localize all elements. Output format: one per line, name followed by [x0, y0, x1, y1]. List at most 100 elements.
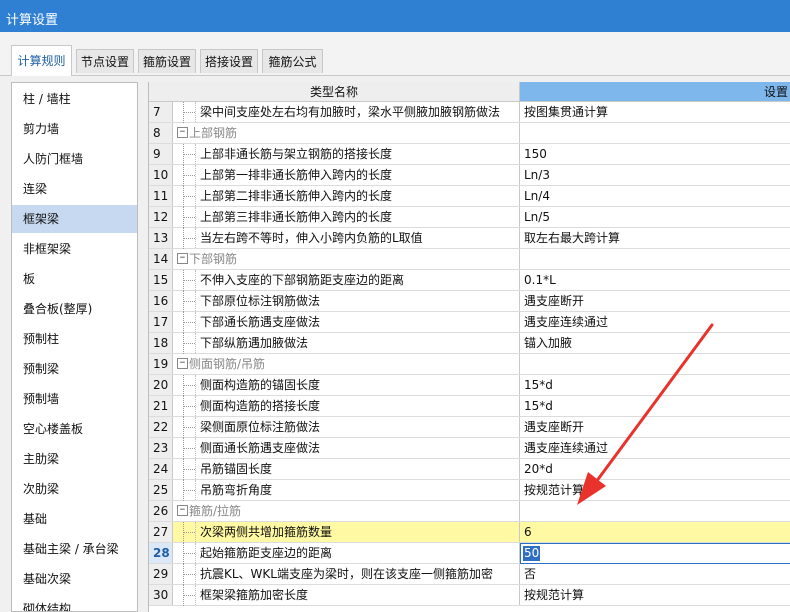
table-row[interactable]: 20 侧面构造筋的锚固长度 15*d	[149, 375, 790, 396]
tree-connector	[173, 270, 196, 291]
row-number: 7	[149, 102, 173, 122]
setting-value[interactable]: 150	[520, 144, 790, 164]
header-type-name[interactable]: 类型名称	[149, 82, 520, 102]
table-row[interactable]: 30 框架梁箍筋加密长度 按规范计算	[149, 585, 790, 606]
table-row[interactable]: 22 梁侧面原位标注筋做法 遇支座断开	[149, 417, 790, 438]
group-value-cell	[520, 501, 790, 521]
table-row[interactable]: 9 上部非通长筋与架立钢筋的搭接长度 150	[149, 144, 790, 165]
tree-connector	[173, 522, 196, 543]
tree-connector	[173, 543, 196, 564]
setting-value[interactable]: 15*d	[520, 375, 790, 395]
table-row[interactable]: 15 不伸入支座的下部钢筋距支座边的距离 0.1*L	[149, 270, 790, 291]
tree-connector	[173, 480, 196, 501]
group-row[interactable]: 14− 下部钢筋	[149, 249, 790, 270]
tab-0[interactable]: 计算规则	[11, 45, 72, 76]
row-number: 15	[149, 270, 173, 290]
sidebar-item[interactable]: 连梁	[12, 175, 137, 203]
table-row[interactable]: 12 上部第三排非通长筋伸入跨内的长度 Ln/5	[149, 207, 790, 228]
setting-value[interactable]: 遇支座连续通过	[520, 438, 790, 458]
table-row[interactable]: 28 起始箍筋距支座边的距离 50	[149, 543, 790, 564]
setting-value[interactable]: 6	[520, 522, 790, 542]
table-row[interactable]: 18 下部纵筋遇加腋做法 锚入加腋	[149, 333, 790, 354]
sidebar-item[interactable]: 次肋梁	[12, 475, 137, 503]
group-value-cell	[520, 354, 790, 374]
tree-hline	[183, 196, 195, 197]
tree-hline	[183, 217, 195, 218]
table-row[interactable]: 25 吊筋弯折角度 按规范计算	[149, 480, 790, 501]
row-number: 23	[149, 438, 173, 458]
setting-value[interactable]: 遇支座连续通过	[520, 312, 790, 332]
tree-connector	[173, 291, 196, 312]
sidebar-item[interactable]: 主肋梁	[12, 445, 137, 473]
table-row[interactable]: 7 梁中间支座处左右均有加腋时，梁水平侧腋加腋钢筋做法 按图集贯通计算	[149, 102, 790, 123]
table-row[interactable]: 16 下部原位标注钢筋做法 遇支座断开	[149, 291, 790, 312]
sidebar-item[interactable]: 柱 / 墙柱	[12, 85, 137, 113]
sidebar-item[interactable]: 砌体结构	[12, 595, 137, 611]
setting-value[interactable]: Ln/4	[520, 186, 790, 206]
table-row[interactable]: 17 下部通长筋遇支座做法 遇支座连续通过	[149, 312, 790, 333]
title-bar: 计算设置	[0, 0, 790, 32]
sidebar-item[interactable]: 空心楼盖板	[12, 415, 137, 443]
setting-value[interactable]: 锚入加腋	[520, 333, 790, 353]
setting-value[interactable]: 遇支座断开	[520, 417, 790, 437]
sidebar-item[interactable]: 预制柱	[12, 325, 137, 353]
sidebar-item[interactable]: 非框架梁	[12, 235, 137, 263]
setting-value[interactable]: 按图集贯通计算	[520, 102, 790, 122]
setting-value[interactable]: 15*d	[520, 396, 790, 416]
setting-name: 上部第一排非通长筋伸入跨内的长度	[196, 165, 520, 185]
table-row[interactable]: 13 当左右跨不等时，伸入小跨内负筋的L取值 取左右最大跨计算	[149, 228, 790, 249]
tree-connector	[173, 186, 196, 207]
tree-connector	[173, 417, 196, 438]
setting-value[interactable]: 按规范计算	[520, 585, 790, 605]
table-row[interactable]: 29 抗震KL、WKL端支座为梁时，则在该支座一侧箍筋加密否	[149, 564, 790, 585]
setting-name: 当左右跨不等时，伸入小跨内负筋的L取值	[196, 228, 520, 248]
tab-4[interactable]: 箍筋公式	[262, 49, 323, 73]
sidebar-item[interactable]: 基础	[12, 505, 137, 533]
setting-value-input[interactable]: 50	[520, 543, 790, 564]
sidebar-item[interactable]: 预制梁	[12, 355, 137, 383]
setting-value[interactable]: 按规范计算	[520, 480, 790, 500]
setting-name: 下部纵筋遇加腋做法	[196, 333, 520, 353]
setting-name: 吊筋锚固长度	[196, 459, 520, 479]
settings-grid: 类型名称 设置 7 梁中间支座处左右均有加腋时，梁水平侧腋加腋钢筋做法 按图集贯通计…	[148, 82, 790, 612]
table-row[interactable]: 23 侧面通长筋遇支座做法 遇支座连续通过	[149, 438, 790, 459]
group-row[interactable]: 19− 侧面钢筋/吊筋	[149, 354, 790, 375]
setting-value[interactable]: Ln/3	[520, 165, 790, 185]
setting-name: 框架梁箍筋加密长度	[196, 585, 520, 605]
setting-value[interactable]: 0.1*L	[520, 270, 790, 290]
group-row[interactable]: 26− 箍筋/拉筋	[149, 501, 790, 522]
sidebar-item[interactable]: 板	[12, 265, 137, 293]
table-row[interactable]: 11 上部第二排非通长筋伸入跨内的长度 Ln/4	[149, 186, 790, 207]
tree-connector	[173, 144, 196, 165]
table-row[interactable]: 21 侧面构造筋的搭接长度 15*d	[149, 396, 790, 417]
sidebar-item[interactable]: 叠合板(整厚)	[12, 295, 137, 323]
setting-name: 起始箍筋距支座边的距离	[196, 543, 520, 563]
sidebar-item[interactable]: 人防门框墙	[12, 145, 137, 173]
table-row[interactable]: 10 上部第一排非通长筋伸入跨内的长度 Ln/3	[149, 165, 790, 186]
header-setting-value[interactable]: 设置	[520, 82, 790, 102]
sidebar-item[interactable]: 框架梁	[12, 205, 137, 233]
setting-name: 抗震KL、WKL端支座为梁时，则在该支座一侧箍筋加密	[196, 564, 520, 584]
row-number: 9	[149, 144, 173, 164]
tree-hline	[183, 280, 195, 281]
tree-connector	[173, 165, 196, 186]
tab-2[interactable]: 箍筋设置	[138, 49, 196, 73]
tree-connector	[173, 438, 196, 459]
sidebar-item[interactable]: 预制墙	[12, 385, 137, 413]
sidebar-item[interactable]: 剪力墙	[12, 115, 137, 143]
setting-value[interactable]: 20*d	[520, 459, 790, 479]
setting-value[interactable]: 取左右最大跨计算	[520, 228, 790, 248]
tab-1[interactable]: 节点设置	[76, 49, 134, 73]
setting-value[interactable]: 否	[520, 564, 790, 584]
setting-value[interactable]: 遇支座断开	[520, 291, 790, 311]
row-number: 30	[149, 585, 173, 605]
sidebar-item[interactable]: 基础次梁	[12, 565, 137, 593]
table-row[interactable]: 27 次梁两侧共增加箍筋数量 6	[149, 522, 790, 543]
setting-value[interactable]: Ln/5	[520, 207, 790, 227]
sidebar-item[interactable]: 基础主梁 / 承台梁	[12, 535, 137, 563]
table-row[interactable]: 24 吊筋锚固长度 20*d	[149, 459, 790, 480]
tree-connector	[173, 585, 196, 606]
group-row[interactable]: 8− 上部钢筋	[149, 123, 790, 144]
row-number: 26	[149, 501, 173, 521]
tab-3[interactable]: 搭接设置	[200, 49, 258, 73]
